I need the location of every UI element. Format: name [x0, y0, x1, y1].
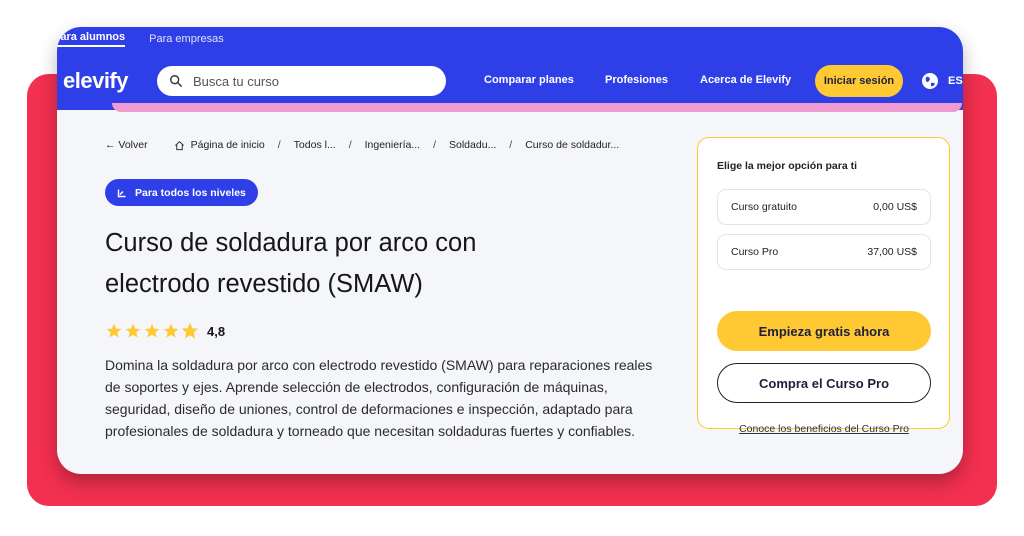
- star-icon: [163, 323, 179, 338]
- option-pro-course[interactable]: Curso Pro 37,00 US$: [717, 234, 931, 270]
- tab-para-alumnos[interactable]: Para alumnos: [57, 31, 126, 47]
- breadcrumb-ingenieria[interactable]: Ingeniería...: [365, 139, 420, 151]
- star-icon: [125, 323, 141, 338]
- search-input[interactable]: [191, 72, 425, 90]
- pink-banner-strip: [112, 103, 962, 112]
- globe-icon[interactable]: [921, 72, 939, 90]
- course-title: Curso de soldadura por arco con electrod…: [105, 223, 625, 305]
- breadcrumb-todos[interactable]: Todos l...: [294, 139, 336, 151]
- breadcrumb: ← Volver Página de inicio / Todos l... /…: [105, 139, 620, 151]
- level-icon: [117, 189, 126, 197]
- rating-value: 4,8: [207, 323, 226, 339]
- tab-para-empresas[interactable]: Para empresas: [149, 33, 224, 45]
- breadcrumb-home[interactable]: Página de inicio: [191, 139, 265, 151]
- star-icon: [182, 323, 198, 339]
- course-rating: 4,8: [106, 323, 225, 339]
- course-title-line-1: Curso de soldadura por arco con: [105, 229, 477, 257]
- course-title-line-2: electrodo revestido (SMAW): [105, 270, 423, 298]
- level-badge: Para todos los niveles: [105, 179, 258, 206]
- start-free-button[interactable]: Empieza gratis ahora: [717, 311, 931, 351]
- back-link[interactable]: Volver: [118, 139, 147, 151]
- buy-pro-button[interactable]: Compra el Curso Pro: [717, 363, 931, 403]
- nav-comparar-planes[interactable]: Comparar planes: [484, 74, 574, 86]
- language-selector[interactable]: ES: [948, 75, 963, 87]
- rating-stars: [106, 323, 201, 339]
- search-icon: [170, 75, 182, 87]
- pro-benefits-link[interactable]: Conoce los beneficios del Curso Pro: [717, 423, 931, 435]
- audience-switcher: Para alumnos Para empresas: [57, 27, 224, 51]
- pricing-card: Elige la mejor opción para ti Curso grat…: [697, 137, 950, 435]
- breadcrumb-soldadura[interactable]: Soldadu...: [449, 139, 496, 151]
- search-bar[interactable]: [157, 66, 446, 96]
- level-badge-label: Para todos los niveles: [135, 186, 246, 199]
- back-arrow-icon[interactable]: ←: [105, 139, 118, 151]
- elevify-logo[interactable]: elevify: [63, 68, 129, 94]
- nav-profesiones[interactable]: Profesiones: [605, 74, 668, 86]
- option-free-price: 0,00 US$: [873, 201, 917, 213]
- login-button[interactable]: Iniciar sesión: [815, 65, 903, 97]
- home-icon: [174, 140, 184, 150]
- breadcrumb-current: Curso de soldadur...: [525, 139, 620, 151]
- option-free-course[interactable]: Curso gratuito 0,00 US$: [717, 189, 931, 225]
- star-icon: [106, 323, 122, 338]
- browser-window: Para alumnos Para empresas elevify Compa…: [57, 27, 963, 474]
- option-pro-price: 37,00 US$: [867, 246, 917, 258]
- option-pro-label: Curso Pro: [731, 246, 779, 258]
- top-navbar: Para alumnos Para empresas elevify Compa…: [57, 27, 963, 110]
- nav-acerca-de[interactable]: Acerca de Elevify: [700, 74, 791, 86]
- option-free-label: Curso gratuito: [731, 201, 797, 213]
- course-description: Domina la soldadura por arco con electro…: [105, 357, 653, 439]
- pricing-heading: Elige la mejor opción para ti: [717, 160, 858, 172]
- star-icon: [144, 323, 160, 338]
